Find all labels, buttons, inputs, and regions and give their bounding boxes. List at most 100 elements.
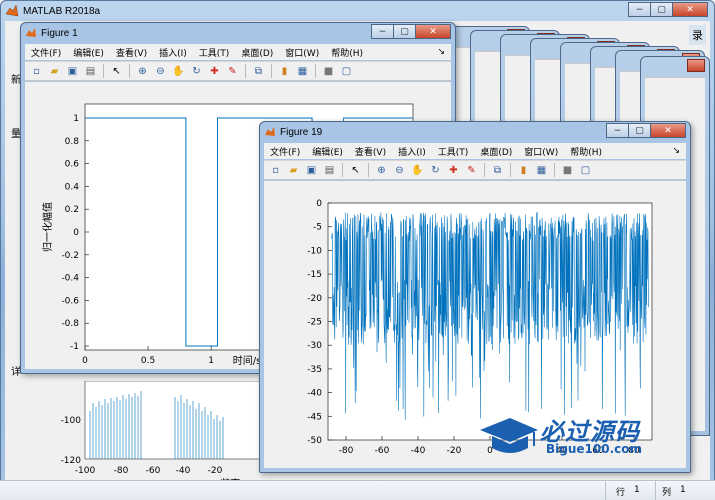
menu-insert[interactable]: 插入(I) [153, 46, 193, 59]
figure1-ytick-label: 0.8 [65, 137, 80, 147]
figure-logo-icon [265, 127, 275, 136]
figure19-ytick-label: -10 [307, 246, 322, 256]
figure1-ytick-label: -0.8 [61, 319, 79, 329]
show-plot-tools-icon[interactable]: ▢ [578, 163, 593, 178]
figure1-ylabel: 归一化幅值 [41, 202, 54, 252]
figure1-ytick-label: -1 [70, 342, 79, 352]
background-xtick-1: -100 [75, 466, 96, 476]
link-plot-icon[interactable]: ⧉ [490, 163, 505, 178]
save-icon[interactable]: ▣ [65, 64, 80, 79]
menu-window[interactable]: 窗口(W) [279, 46, 325, 59]
zoom-in-icon[interactable]: ⊕ [135, 64, 150, 79]
status-row-value: 1 [634, 485, 640, 495]
menu-dock-arrow[interactable]: ↘ [666, 146, 686, 156]
menu-tools[interactable]: 工具(T) [432, 145, 475, 158]
data-cursor-icon[interactable]: ✚ [207, 64, 222, 79]
background-xtick-3: -60 [146, 466, 161, 476]
zoom-in-icon[interactable]: ⊕ [374, 163, 389, 178]
matlab-logo-icon [5, 4, 19, 17]
menu-tools[interactable]: 工具(T) [193, 46, 236, 59]
figure19-ytick-label: 0 [316, 199, 322, 209]
figure1-title: Figure 1 [41, 27, 78, 39]
background-xtick-5: -20 [208, 466, 223, 476]
save-icon[interactable]: ▣ [304, 163, 319, 178]
figure1-ytick-label: 0.4 [65, 182, 80, 192]
colorbar-icon[interactable]: ▮ [516, 163, 531, 178]
new-figure-icon[interactable]: ▫ [29, 64, 44, 79]
figure19-xtick-label: -60 [375, 446, 390, 456]
figure19-ytick-label: -30 [307, 341, 322, 351]
main-minimize-button[interactable]: − [628, 2, 650, 17]
figure1-ytick-label: -0.6 [61, 296, 79, 306]
figure-logo-icon [26, 28, 36, 37]
print-icon[interactable]: ▤ [322, 163, 337, 178]
pan-icon[interactable]: ✋ [410, 163, 425, 178]
figure1-caption-buttons: − ▢ ✕ [371, 24, 451, 39]
link-plot-icon[interactable]: ⧉ [251, 64, 266, 79]
figure19-menu-bar: 文件(F) 编辑(E) 查看(V) 插入(I) 工具(T) 桌面(D) 窗口(W… [264, 143, 686, 159]
menu-help[interactable]: 帮助(H) [325, 46, 369, 59]
figure19-caption-buttons: − ▢ ✕ [606, 123, 686, 138]
show-plot-tools-icon[interactable]: ▢ [339, 64, 354, 79]
figure19-ytick-label: -15 [307, 270, 322, 280]
new-figure-icon[interactable]: ▫ [268, 163, 283, 178]
status-row-label: 行 [616, 488, 626, 498]
figure19-maximize-button[interactable]: ▢ [628, 123, 650, 138]
figure1-close-button[interactable]: ✕ [415, 24, 451, 39]
menu-help[interactable]: 帮助(H) [564, 145, 608, 158]
menu-desktop[interactable]: 桌面(D) [474, 145, 518, 158]
zoom-out-icon[interactable]: ⊖ [153, 64, 168, 79]
open-file-icon[interactable]: ▰ [47, 64, 62, 79]
legend-icon[interactable]: ▦ [295, 64, 310, 79]
legend-icon[interactable]: ▦ [534, 163, 549, 178]
pointer-icon[interactable]: ↖ [348, 163, 363, 178]
status-bar: 行 1 列 1 [0, 480, 715, 500]
background-ytick-2: -120 [61, 456, 82, 466]
menu-file[interactable]: 文件(F) [25, 46, 67, 59]
menu-window[interactable]: 窗口(W) [518, 145, 564, 158]
main-maximize-button[interactable]: ▢ [650, 2, 672, 17]
main-window-title: MATLAB R2018a [23, 5, 101, 17]
pointer-icon[interactable]: ↖ [109, 64, 124, 79]
figure19-minimize-button[interactable]: − [606, 123, 628, 138]
background-ytick-1: -100 [61, 416, 82, 426]
menu-file[interactable]: 文件(F) [264, 145, 306, 158]
figure1-ytick-label: 0.6 [65, 160, 80, 170]
open-file-icon[interactable]: ▰ [286, 163, 301, 178]
hide-plot-tools-icon[interactable]: ■ [560, 163, 575, 178]
brush-icon[interactable]: ✎ [225, 64, 240, 79]
rotate-icon[interactable]: ↻ [189, 64, 204, 79]
graduation-cap-icon [480, 418, 538, 453]
menu-edit[interactable]: 编辑(E) [67, 46, 110, 59]
pan-icon[interactable]: ✋ [171, 64, 186, 79]
figure19-close-button[interactable]: ✕ [650, 123, 686, 138]
figure1-xtick-label: 0.5 [141, 356, 155, 366]
figure1-xlabel: 时间/s [233, 354, 262, 367]
print-icon[interactable]: ▤ [83, 64, 98, 79]
hide-plot-tools-icon[interactable]: ■ [321, 64, 336, 79]
watermark-url: Bigue100.com [546, 442, 642, 456]
menu-dock-arrow[interactable]: ↘ [431, 47, 451, 57]
figure19-ytick-label: -50 [307, 436, 322, 446]
colorbar-icon[interactable]: ▮ [277, 64, 292, 79]
menu-view[interactable]: 查看(V) [349, 145, 392, 158]
menu-insert[interactable]: 插入(I) [392, 145, 432, 158]
figure1-minimize-button[interactable]: − [371, 24, 393, 39]
figure19-ytick-label: -5 [313, 223, 322, 233]
menu-desktop[interactable]: 桌面(D) [235, 46, 279, 59]
figure19-ytick-label: -35 [307, 365, 322, 375]
menu-edit[interactable]: 编辑(E) [306, 145, 349, 158]
zoom-out-icon[interactable]: ⊖ [392, 163, 407, 178]
main-title-bar[interactable]: MATLAB R2018a [1, 1, 714, 21]
data-cursor-icon[interactable]: ✚ [446, 163, 461, 178]
figure19-xtick-label: -80 [339, 446, 354, 456]
brush-icon[interactable]: ✎ [464, 163, 479, 178]
figure1-maximize-button[interactable]: ▢ [393, 24, 415, 39]
main-caption-buttons: − ▢ ✕ [628, 2, 708, 17]
rotate-icon[interactable]: ↻ [428, 163, 443, 178]
figure1-xtick-label: 1 [208, 356, 214, 366]
stacked-close-icon[interactable] [687, 59, 705, 72]
menu-view[interactable]: 查看(V) [110, 46, 153, 59]
figure1-ytick-label: 0.2 [65, 205, 79, 215]
main-close-button[interactable]: ✕ [672, 2, 708, 17]
